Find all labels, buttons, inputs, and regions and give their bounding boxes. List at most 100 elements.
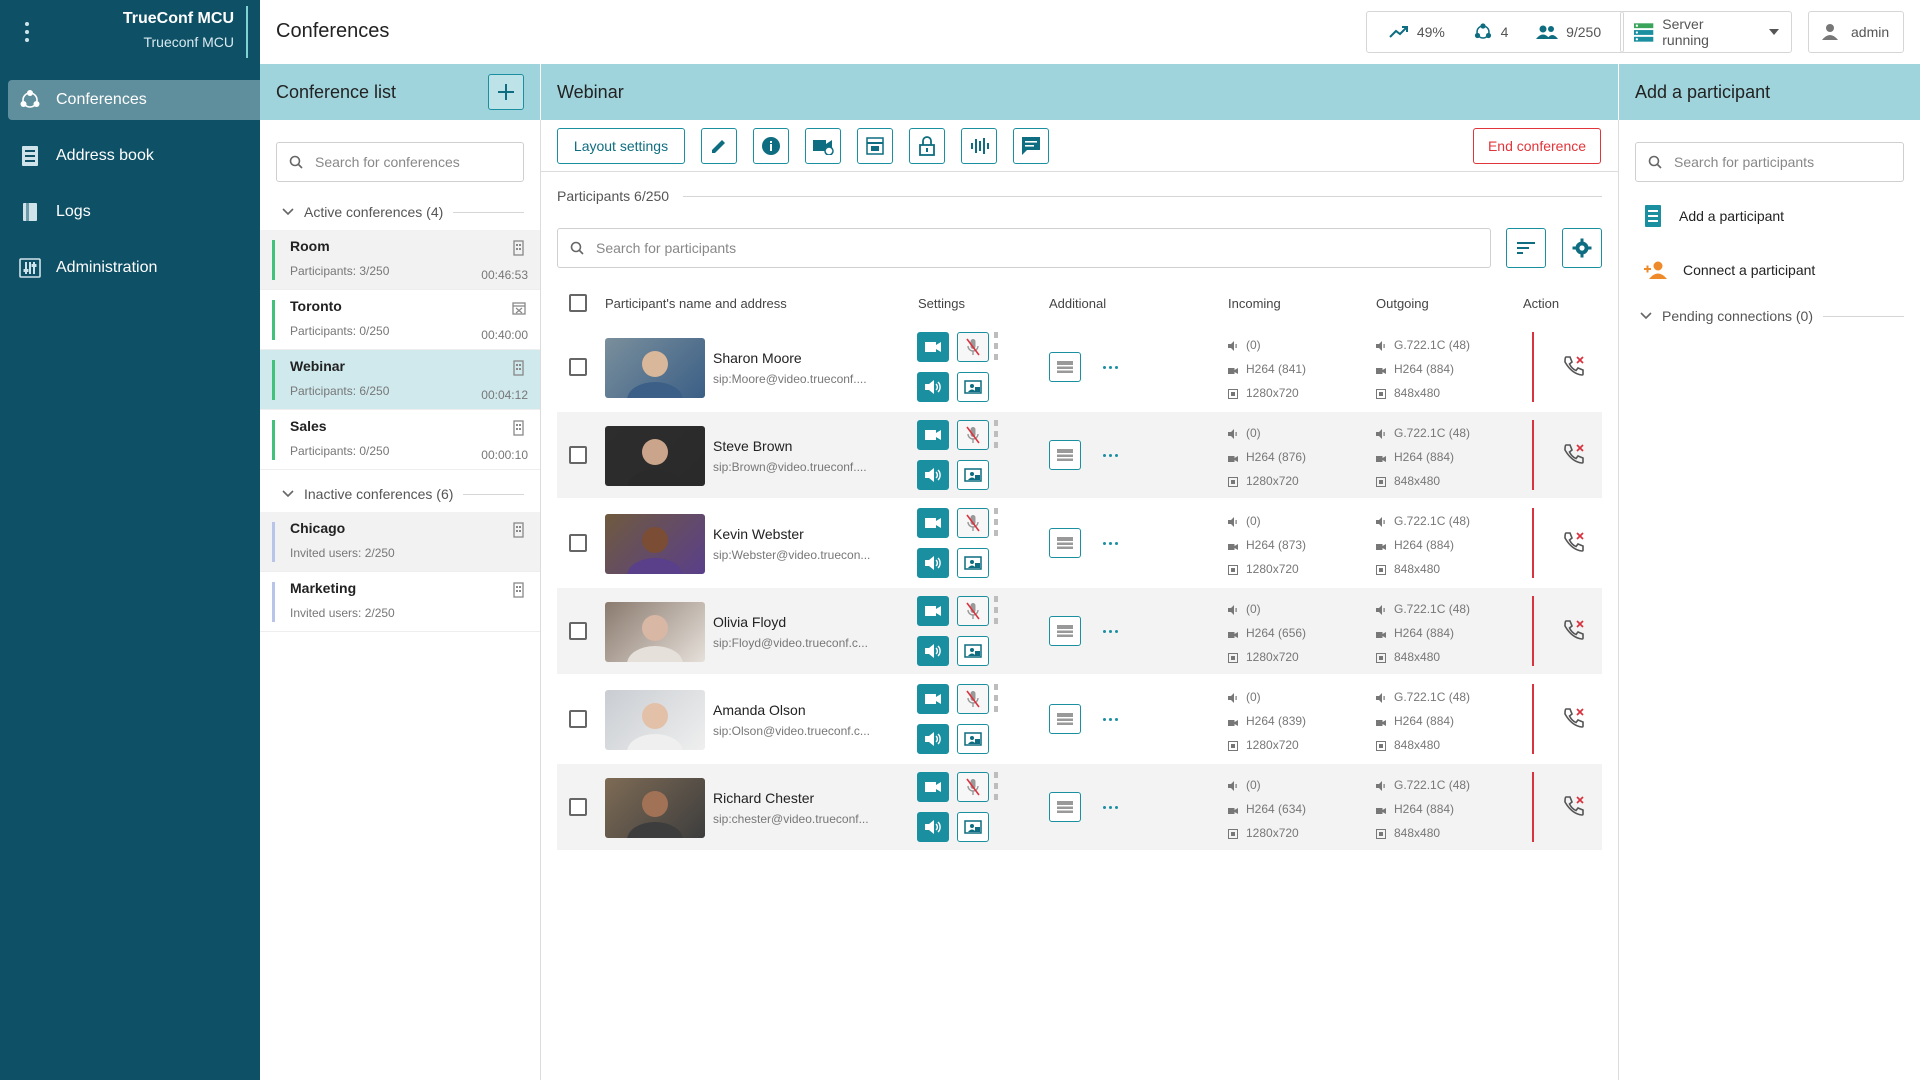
layout-position-button[interactable] [1049,528,1081,558]
camera-icon [813,140,834,155]
conference-item-marketing[interactable]: Marketing Invited users: 2/250 [260,572,540,632]
speaker-toggle-button[interactable] [917,548,949,578]
microphone-toggle-button[interactable] [957,596,989,626]
row-checkbox[interactable] [569,622,587,640]
speaker-icon [1376,692,1386,703]
end-conference-button[interactable]: End conference [1473,128,1601,164]
sort-button[interactable] [1506,228,1546,268]
settings-button[interactable] [1562,228,1602,268]
speaker-toggle-button[interactable] [917,372,949,402]
active-conferences-group[interactable]: Active conferences (4) [282,204,540,220]
participants-stat: 9/250 [1536,24,1601,40]
row-checkbox[interactable] [569,798,587,816]
speaker-toggle-button[interactable] [917,812,949,842]
more-options-icon[interactable] [1103,454,1118,457]
camera-icon [1376,452,1386,462]
server-status-dropdown[interactable]: Server running [1620,11,1792,53]
more-options-icon[interactable] [1103,630,1118,633]
disconnect-button[interactable] [1562,706,1586,733]
more-options-icon[interactable] [1103,806,1118,809]
sidebar-item-address-book[interactable]: Address book [8,136,260,176]
audio-levels-button[interactable] [961,128,997,164]
share-screen-button[interactable] [957,460,989,490]
row-checkbox[interactable] [569,358,587,376]
participant-name: Amanda Olson [713,702,806,718]
pending-connections-group[interactable]: Pending connections (0) [1640,308,1904,324]
connect-participant-button[interactable]: Connect a participant [1643,260,1815,280]
microphone-muted-icon [966,602,980,620]
row-checkbox[interactable] [569,446,587,464]
add-conference-button[interactable] [488,74,524,110]
conference-item-toronto[interactable]: Toronto Participants: 0/250 00:40:00 [260,290,540,350]
outgoing-video: H264 (884) [1376,802,1454,816]
disconnect-button[interactable] [1562,530,1586,557]
conference-item-room[interactable]: Room Participants: 3/250 00:46:53 [260,230,540,290]
camera-icon [925,606,941,616]
microphone-toggle-button[interactable] [957,508,989,538]
conference-item-webinar[interactable]: Webinar Participants: 6/250 00:04:12 [260,350,540,410]
microphone-toggle-button[interactable] [957,332,989,362]
share-screen-button[interactable] [957,724,989,754]
disconnect-button[interactable] [1562,618,1586,645]
speaker-toggle-button[interactable] [917,636,949,666]
conference-item-chicago[interactable]: Chicago Invited users: 2/250 [260,512,540,572]
search-icon [289,155,303,169]
layout-button[interactable] [857,128,893,164]
layout-position-button[interactable] [1049,440,1081,470]
layout-position-button[interactable] [1049,792,1081,822]
sidebar-item-conferences[interactable]: Conferences [8,80,260,120]
row-checkbox[interactable] [569,710,587,728]
layout-settings-button[interactable]: Layout settings [557,128,685,164]
select-all-checkbox[interactable] [569,294,587,312]
speaker-toggle-button[interactable] [917,460,949,490]
screen-icon [1376,476,1386,487]
share-screen-button[interactable] [957,372,989,402]
building-icon [513,582,524,598]
microphone-toggle-button[interactable] [957,684,989,714]
camera-toggle-button[interactable] [917,508,949,538]
info-button[interactable] [753,128,789,164]
inactive-conferences-group[interactable]: Inactive conferences (6) [282,486,540,502]
share-screen-button[interactable] [957,548,989,578]
more-options-icon[interactable] [1103,718,1118,721]
microphone-toggle-button[interactable] [957,420,989,450]
microphone-muted-icon [966,338,980,356]
participant-search-input[interactable]: Search for participants [557,228,1491,268]
layout-position-button[interactable] [1049,704,1081,734]
conference-search-input[interactable]: Search for conferences [276,142,524,182]
layout-position-button[interactable] [1049,352,1081,382]
camera-icon [1228,452,1238,462]
lock-icon [919,136,935,156]
speaker-icon [1376,340,1386,351]
speaker-toggle-button[interactable] [917,724,949,754]
kebab-menu-icon[interactable] [22,22,32,42]
sidebar-item-administration[interactable]: Administration [8,248,260,288]
chat-button[interactable] [1013,128,1049,164]
microphone-toggle-button[interactable] [957,772,989,802]
add-participant-search-input[interactable]: Search for participants [1635,142,1904,182]
user-menu[interactable]: admin [1808,11,1904,53]
add-participant-button[interactable]: Add a participant [1643,204,1784,228]
lock-button[interactable] [909,128,945,164]
edit-button[interactable] [701,128,737,164]
server-stats[interactable]: 49% 4 9/250 [1366,11,1624,53]
camera-icon [925,518,941,528]
camera-toggle-button[interactable] [917,332,949,362]
share-screen-button[interactable] [957,812,989,842]
sidebar-item-logs[interactable]: Logs [8,192,260,232]
row-checkbox[interactable] [569,534,587,552]
camera-toggle-button[interactable] [917,596,949,626]
video-record-button[interactable] [805,128,841,164]
layout-position-button[interactable] [1049,616,1081,646]
conference-item-sales[interactable]: Sales Participants: 0/250 00:00:10 [260,410,540,470]
disconnect-button[interactable] [1562,794,1586,821]
more-options-icon[interactable] [1103,542,1118,545]
camera-toggle-button[interactable] [917,420,949,450]
more-options-icon[interactable] [1103,366,1118,369]
disconnect-button[interactable] [1562,442,1586,469]
share-screen-button[interactable] [957,636,989,666]
camera-toggle-button[interactable] [917,684,949,714]
incoming-audio: (0) [1228,602,1261,616]
camera-toggle-button[interactable] [917,772,949,802]
disconnect-button[interactable] [1562,354,1586,381]
